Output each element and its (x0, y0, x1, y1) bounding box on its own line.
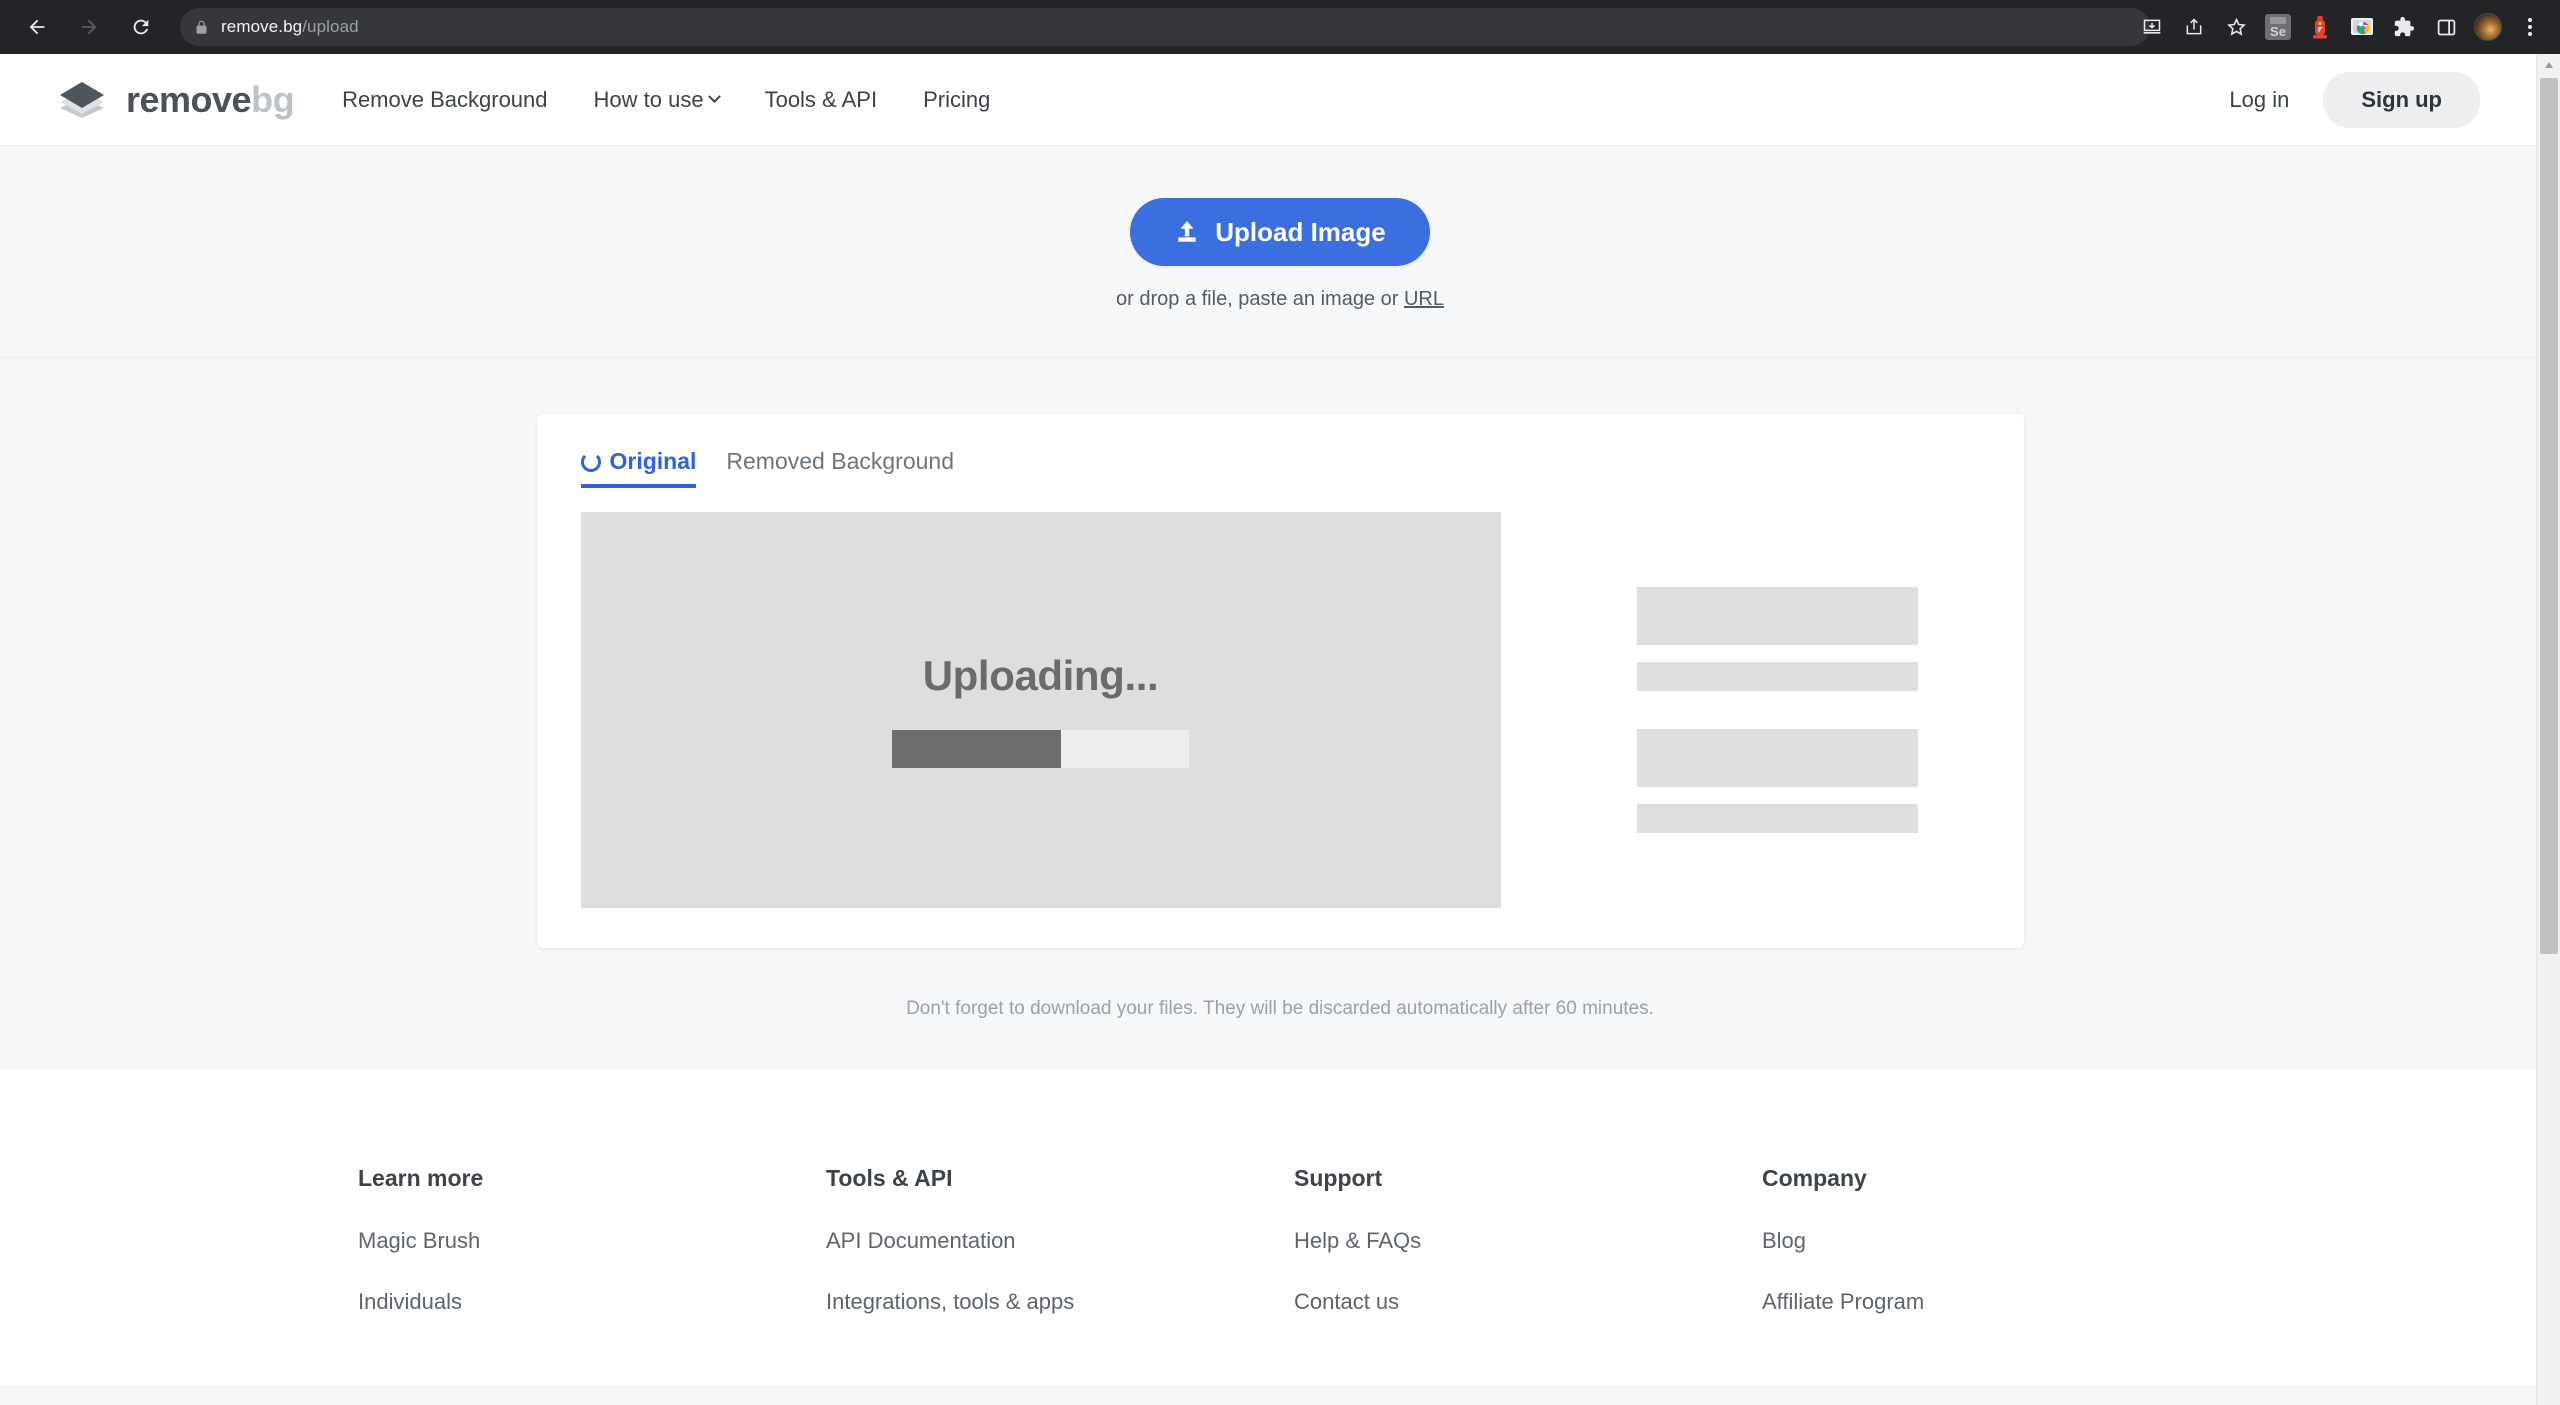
skeleton-block (1636, 587, 1918, 645)
install-app-icon[interactable] (2132, 7, 2172, 47)
card-body: Uploading... (580, 512, 1980, 908)
address-bar[interactable]: remove.bg/upload (180, 8, 2150, 46)
nav-how-to-use[interactable]: How to use (593, 86, 721, 113)
footer-link-help-faqs[interactable]: Help & FAQs (1294, 1228, 1762, 1254)
drop-hint-text: or drop a file, paste an image or (1116, 288, 1404, 310)
logo-wordmark: removebg (126, 78, 295, 121)
side-panel-icon[interactable] (2426, 7, 2466, 47)
login-link[interactable]: Log in (2229, 87, 2289, 113)
header-actions: Log in Sign up (2229, 71, 2504, 128)
bookmark-star-icon[interactable] (2216, 7, 2256, 47)
footer-columns: Learn more Magic Brush Individuals Tools… (0, 1165, 2560, 1350)
site-footer: Learn more Magic Brush Individuals Tools… (0, 1069, 2560, 1385)
browser-nav-buttons (14, 4, 164, 50)
footer-column-title: Learn more (358, 1165, 484, 1191)
logo-diamond-icon (60, 81, 104, 118)
footer-column-support: Support Help & FAQs Contact us (1294, 1165, 1762, 1350)
footer-link-affiliate-program[interactable]: Affiliate Program (1762, 1289, 1924, 1315)
lock-icon (194, 19, 209, 36)
nav-label: How to use (593, 86, 704, 112)
site-header: removebg Remove Background How to use To… (0, 54, 2560, 146)
scrollbar-thumb[interactable] (2540, 78, 2558, 954)
footer-link-individuals[interactable]: Individuals (358, 1289, 826, 1315)
forward-button[interactable] (66, 4, 112, 50)
hydrant-extension-icon[interactable] (2300, 7, 2340, 47)
reload-button[interactable] (118, 4, 164, 50)
browser-toolbar: remove.bg/upload Se (0, 0, 2560, 54)
footer-column-learn-more: Learn more Magic Brush Individuals (358, 1165, 826, 1350)
back-button[interactable] (14, 4, 60, 50)
profile-avatar[interactable] (2468, 7, 2508, 47)
upload-button-label: Upload Image (1215, 216, 1386, 247)
chevron-down-icon (707, 90, 721, 104)
footer-link-api-documentation[interactable]: API Documentation (826, 1228, 1294, 1254)
tab-label: Removed Background (726, 448, 954, 474)
tab-label: Original (609, 448, 697, 474)
main-navigation: Remove Background How to use Tools & API… (342, 87, 990, 113)
card-tabs: Original Removed Background (580, 448, 1980, 488)
footer-column-title: Support (1294, 1165, 1383, 1191)
drop-hint: or drop a file, paste an image or URL (1116, 288, 1444, 311)
upload-card-area: Original Removed Background Uploading... (0, 358, 2560, 948)
nav-pricing[interactable]: Pricing (923, 87, 990, 113)
upload-icon (1178, 221, 1196, 242)
nav-label: Remove Background (342, 86, 548, 112)
browser-menu-icon[interactable] (2510, 7, 2550, 47)
footer-column-title: Tools & API (826, 1165, 953, 1191)
nav-tools-api[interactable]: Tools & API (765, 87, 878, 113)
page-viewport: removebg Remove Background How to use To… (0, 54, 2560, 1405)
upload-image-button[interactable]: Upload Image (1130, 198, 1430, 266)
signup-button[interactable]: Sign up (2323, 71, 2480, 128)
selenium-extension-icon[interactable]: Se (2258, 7, 2298, 47)
url-host: remove.bg (221, 17, 303, 36)
menu-dots (2528, 18, 2532, 36)
image-preview-placeholder: Uploading... (580, 512, 1501, 908)
sidebar-skeletons (1501, 512, 1980, 908)
skeleton-block (1636, 729, 1918, 787)
footer-link-magic-brush[interactable]: Magic Brush (358, 1228, 826, 1254)
retention-notice: Don't forget to download your files. The… (906, 998, 1654, 1019)
footer-column-tools-api: Tools & API API Documentation Integratio… (826, 1165, 1294, 1350)
upload-card: Original Removed Background Uploading... (536, 414, 2024, 948)
page-scrollbar[interactable] (2536, 54, 2560, 1405)
chrome-image-extension-icon[interactable] (2342, 7, 2382, 47)
nav-label: Tools & API (764, 86, 878, 112)
share-icon[interactable] (2174, 7, 2214, 47)
footer-column-company: Company Blog Affiliate Program (1762, 1165, 1924, 1350)
footer-link-blog[interactable]: Blog (1762, 1228, 1924, 1254)
tab-original[interactable]: Original (580, 448, 697, 488)
logo-secondary: bg (251, 78, 295, 120)
footer-link-contact-us[interactable]: Contact us (1294, 1289, 1762, 1315)
url-text: remove.bg/upload (221, 17, 359, 37)
uploading-status-text: Uploading... (922, 652, 1159, 699)
upload-progress-bar (892, 730, 1189, 768)
avatar-image (2474, 13, 2502, 41)
logo-primary: remove (126, 78, 252, 120)
selenium-badge: Se (2265, 14, 2291, 40)
url-path: /upload (302, 17, 359, 36)
upload-progress-fill (892, 730, 1062, 768)
footer-link-integrations[interactable]: Integrations, tools & apps (826, 1289, 1294, 1315)
nav-remove-background[interactable]: Remove Background (342, 87, 547, 113)
tab-removed-background[interactable]: Removed Background (726, 448, 954, 488)
upload-hero: Upload Image or drop a file, paste an im… (0, 146, 2560, 358)
extensions-puzzle-icon[interactable] (2384, 7, 2424, 47)
paste-url-link[interactable]: URL (1404, 288, 1444, 310)
skeleton-block (1636, 804, 1918, 833)
loading-spinner-icon (580, 451, 601, 472)
skeleton-block (1636, 662, 1918, 691)
scroll-up-arrow[interactable] (2537, 54, 2560, 76)
nav-label: Pricing (923, 86, 991, 112)
browser-action-icons: Se (2132, 0, 2550, 54)
footer-column-title: Company (1762, 1165, 1867, 1191)
site-logo[interactable]: removebg (56, 78, 295, 122)
